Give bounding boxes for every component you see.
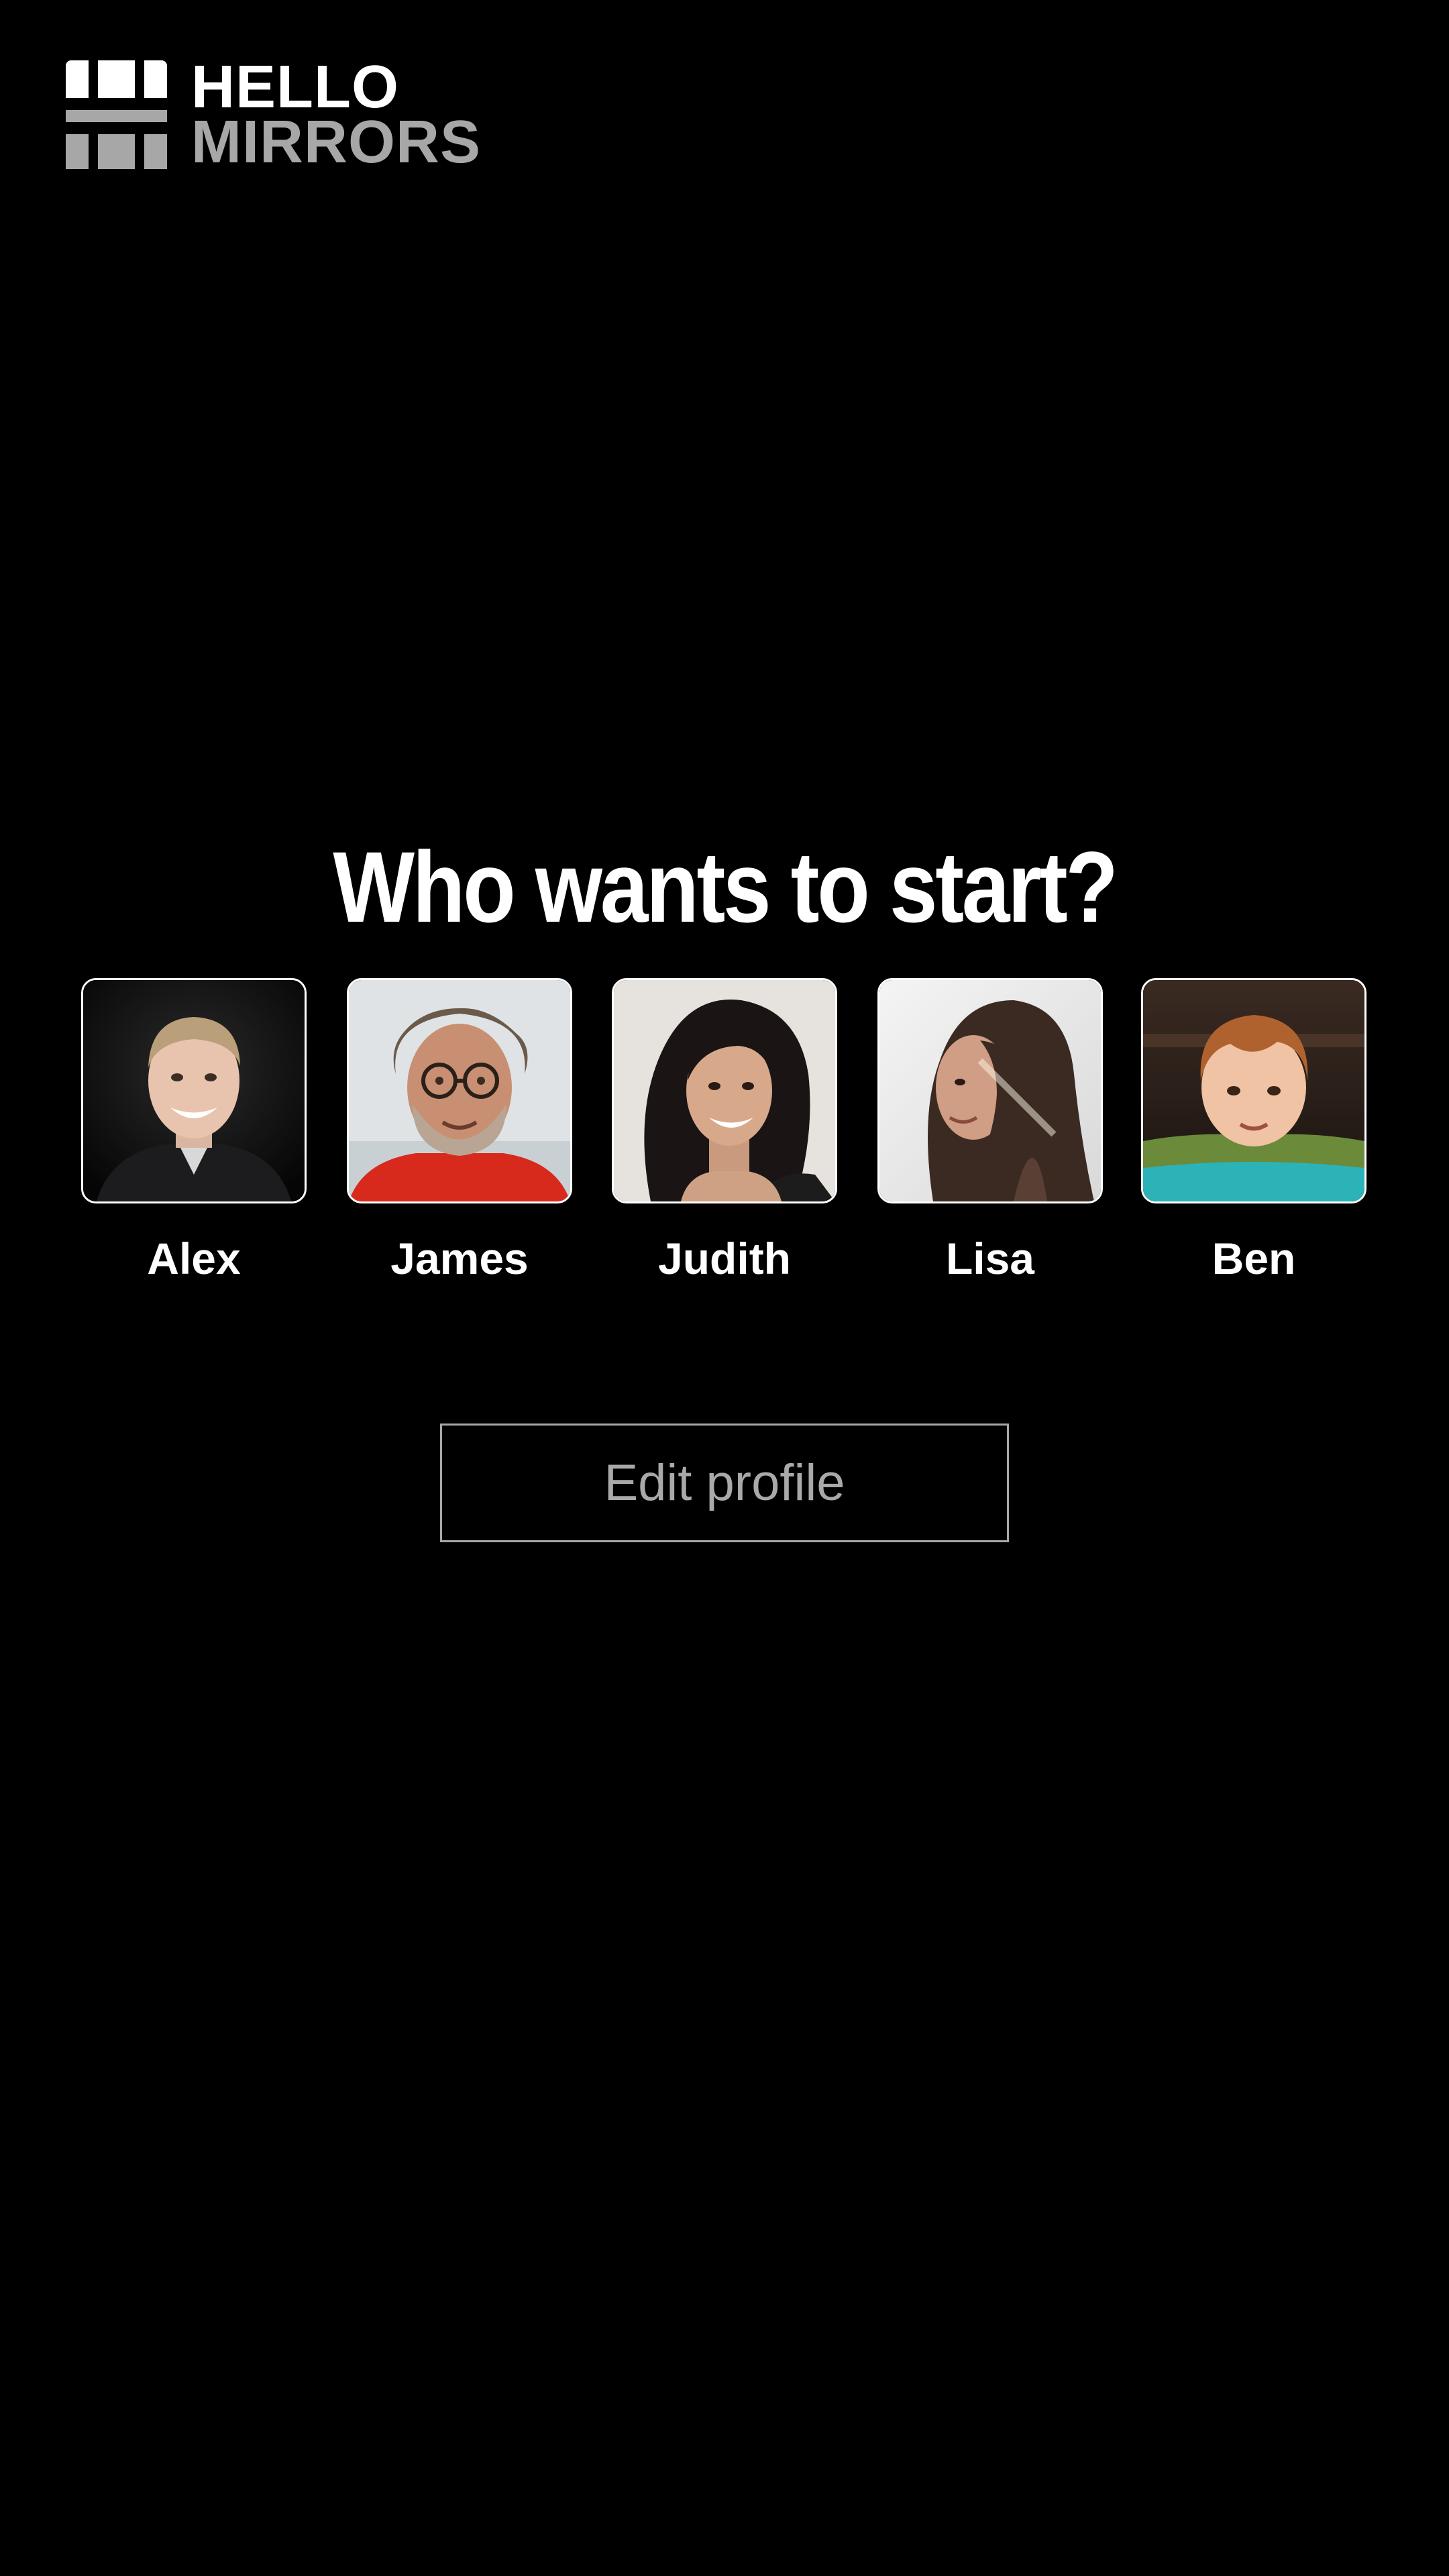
avatar[interactable] bbox=[81, 978, 307, 1203]
brand-line-1: HELLO bbox=[191, 54, 399, 121]
profile-name: Ben bbox=[1212, 1234, 1296, 1283]
photo-ben bbox=[1143, 980, 1364, 1201]
avatar[interactable] bbox=[347, 978, 572, 1203]
profile-name: Alex bbox=[147, 1234, 241, 1283]
hello-mirrors-logo-icon bbox=[66, 60, 167, 169]
brand-wordmark: HELLO MIRRORS bbox=[191, 54, 481, 176]
brand-line-2: MIRRORS bbox=[191, 109, 481, 176]
profile-alex[interactable]: Alex bbox=[81, 978, 307, 1313]
photo-lisa bbox=[879, 980, 1101, 1201]
profile-list: Alex James Judith Lisa Ben bbox=[0, 978, 1449, 1313]
photo-judith bbox=[614, 980, 835, 1201]
profile-name: Lisa bbox=[945, 1234, 1035, 1283]
page-title: Who wants to start? bbox=[333, 830, 1118, 943]
photo-james bbox=[349, 980, 570, 1201]
edit-profile-button[interactable]: Edit profile bbox=[440, 1424, 1009, 1542]
brand-logo: HELLO MIRRORS bbox=[66, 54, 481, 176]
profile-lisa[interactable]: Lisa bbox=[877, 978, 1103, 1313]
avatar[interactable] bbox=[612, 978, 837, 1203]
profile-ben[interactable]: Ben bbox=[1141, 978, 1366, 1313]
avatar[interactable] bbox=[877, 978, 1103, 1203]
profile-name: James bbox=[390, 1234, 529, 1283]
profile-name: Judith bbox=[658, 1234, 791, 1283]
photo-alex bbox=[83, 980, 305, 1201]
profile-james[interactable]: James bbox=[347, 978, 572, 1313]
profile-judith[interactable]: Judith bbox=[612, 978, 837, 1313]
avatar[interactable] bbox=[1141, 978, 1366, 1203]
